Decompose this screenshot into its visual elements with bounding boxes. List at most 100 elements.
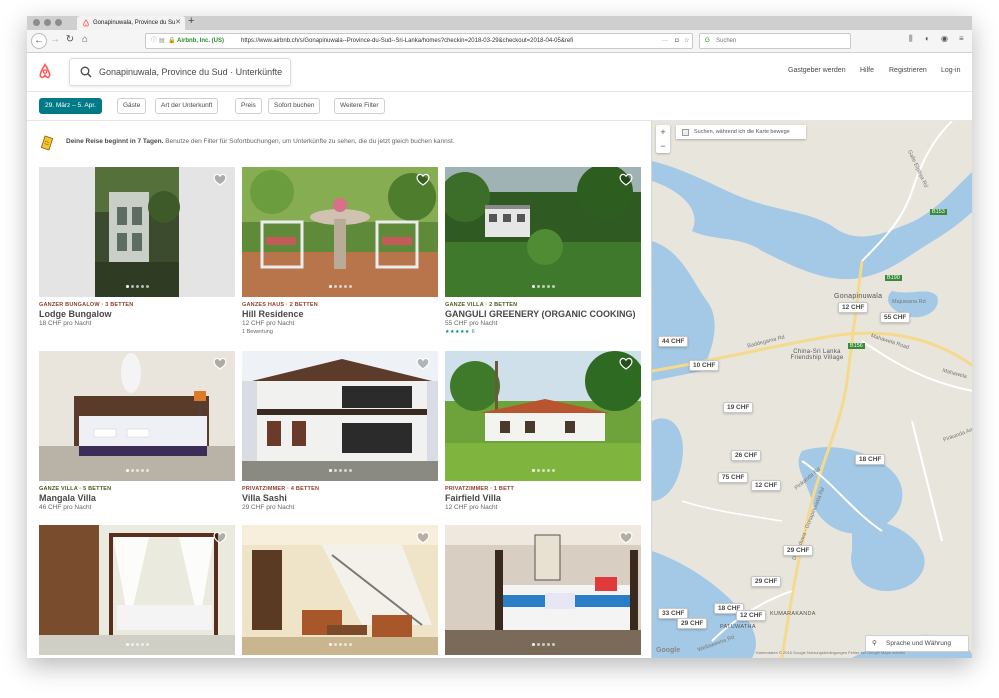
listing-card[interactable]: PRIVATZIMMER · 4 BETTEN Villa Sashi 29 C…: [242, 351, 438, 511]
info-icon[interactable]: ⓘ: [151, 34, 157, 48]
listing-card[interactable]: GANZE VILLA · 5 BETTEN Mangala Villa 46 …: [39, 351, 235, 511]
listing-card[interactable]: [39, 525, 235, 655]
photo-dots[interactable]: [39, 633, 235, 651]
url-bar[interactable]: ⓘ ▤ 🔒 Airbnb, Inc. (US) https://www.airb…: [145, 33, 693, 49]
heart-icon[interactable]: [416, 531, 430, 544]
zoom-out-button[interactable]: −: [656, 139, 670, 153]
photo-dots[interactable]: [39, 459, 235, 477]
property-type-filter-button[interactable]: Art der Unterkunft: [155, 98, 219, 114]
heart-icon[interactable]: [619, 173, 633, 186]
listing-name[interactable]: Villa Sashi: [242, 493, 438, 503]
listing-photo[interactable]: [445, 351, 641, 481]
price-pin[interactable]: 75 CHF: [718, 472, 749, 483]
listing-photo[interactable]: [39, 525, 235, 655]
heart-icon[interactable]: [213, 357, 227, 370]
heart-icon[interactable]: [213, 173, 227, 186]
map-panel[interactable]: + − Suchen, während ich die Karte bewege…: [651, 121, 972, 658]
heart-icon[interactable]: [619, 357, 633, 370]
shield-icon[interactable]: ◉: [941, 34, 948, 43]
heart-icon[interactable]: [416, 173, 430, 186]
reload-button[interactable]: ↻: [63, 33, 77, 47]
price-pin[interactable]: 19 CHF: [723, 402, 754, 413]
price-pin[interactable]: 10 CHF: [689, 360, 720, 371]
listing-name[interactable]: Mangala Villa: [39, 493, 235, 503]
url-text[interactable]: https://www.airbnb.ch/s/Gonapinuwala--Pr…: [241, 34, 656, 48]
listing-photo[interactable]: [242, 525, 438, 655]
listing-photo[interactable]: [39, 351, 235, 481]
price-pin[interactable]: 44 CHF: [658, 336, 689, 347]
dates-filter-button[interactable]: 29. März – 5. Apr.: [39, 98, 102, 114]
listing-name[interactable]: Lodge Bungalow: [39, 309, 235, 319]
maximize-window-dot[interactable]: [55, 19, 62, 26]
price-pin[interactable]: 18 CHF: [855, 454, 886, 465]
menu-icon[interactable]: ≡: [959, 34, 964, 43]
listing-card[interactable]: GANZER BUNGALOW · 3 BETTEN Lodge Bungalo…: [39, 167, 235, 327]
forward-button[interactable]: →: [48, 33, 62, 47]
minimize-window-dot[interactable]: [44, 19, 51, 26]
photo-dots[interactable]: [445, 459, 641, 477]
site-permissions-icon[interactable]: ▤: [159, 34, 165, 48]
listing-photo[interactable]: [242, 351, 438, 481]
guests-filter-button[interactable]: Gäste: [117, 98, 147, 114]
price-pin[interactable]: 29 CHF: [751, 576, 782, 587]
back-button[interactable]: ←: [31, 33, 47, 49]
zoom-in-button[interactable]: +: [656, 125, 670, 139]
price-filter-button[interactable]: Preis: [235, 98, 262, 114]
register-link[interactable]: Registrieren: [889, 67, 927, 74]
listing-photo[interactable]: [445, 525, 641, 655]
more-filters-button[interactable]: Weitere Filter: [334, 98, 385, 114]
price-pin[interactable]: 26 CHF: [731, 450, 762, 461]
listing-photo[interactable]: [445, 167, 641, 297]
price-pin[interactable]: 12 CHF: [736, 610, 767, 621]
listing-name[interactable]: Hill Residence: [242, 309, 438, 319]
photo-dots[interactable]: [39, 275, 235, 293]
bookmark-star-icon[interactable]: ☆: [684, 34, 689, 48]
listing-card[interactable]: GANZES HAUS · 2 BETTEN Hill Residence 12…: [242, 167, 438, 335]
listing-card[interactable]: PRIVATZIMMER · 1 BETT Fairfield Villa 12…: [445, 351, 641, 511]
heart-icon[interactable]: [416, 357, 430, 370]
tab-close-icon[interactable]: ✕: [175, 16, 181, 30]
close-window-dot[interactable]: [33, 19, 40, 26]
listing-name[interactable]: Fairfield Villa: [445, 493, 641, 503]
price-pin[interactable]: 12 CHF: [838, 302, 869, 313]
notice-bold-text: Deine Reise beginnt in 7 Tagen.: [66, 138, 164, 145]
browser-tab[interactable]: Gonapinuwala, Province du Sud ✕: [77, 16, 185, 30]
listing-photo[interactable]: [39, 167, 235, 297]
listing-card[interactable]: [242, 525, 438, 655]
price-pin[interactable]: 29 CHF: [783, 545, 814, 556]
home-button[interactable]: ⌂: [78, 33, 92, 47]
price-pin[interactable]: 55 CHF: [880, 312, 911, 323]
new-tab-button[interactable]: +: [188, 16, 194, 27]
price-pin[interactable]: 29 CHF: [677, 618, 708, 629]
library-icon[interactable]: ⫼: [909, 34, 913, 44]
review-count: 1 Bewertung: [242, 329, 273, 335]
google-logo: Google: [656, 647, 681, 654]
heart-icon[interactable]: [213, 531, 227, 544]
photo-dots[interactable]: [242, 275, 438, 293]
instant-book-filter-button[interactable]: Sofort buchen: [268, 98, 321, 114]
map-attribution[interactable]: Kartendaten © 2018 Google Nutzungsbeding…: [756, 650, 905, 655]
photo-dots[interactable]: [445, 275, 641, 293]
photo-dots[interactable]: [445, 633, 641, 651]
pocket-icon[interactable]: ◘: [675, 34, 679, 48]
listing-card[interactable]: [445, 525, 641, 655]
help-link[interactable]: Hilfe: [860, 67, 874, 74]
listing-photo[interactable]: [242, 167, 438, 297]
browser-search-bar[interactable]: G Suchen: [699, 33, 851, 49]
photo-dots[interactable]: [242, 459, 438, 477]
listing-name[interactable]: GANGULI GREENERY (ORGANIC COOKING): [445, 309, 641, 319]
map-canvas[interactable]: [652, 121, 972, 658]
login-link[interactable]: Log-in: [941, 67, 960, 74]
sync-icon[interactable]: ◐: [925, 34, 930, 43]
heart-icon[interactable]: [619, 531, 633, 544]
search-as-map-moves[interactable]: Suchen, während ich die Karte bewege: [676, 125, 806, 139]
search-as-map-moves-checkbox[interactable]: [682, 129, 689, 136]
price-pin[interactable]: 12 CHF: [751, 480, 782, 491]
browser-window: Gonapinuwala, Province du Sud ✕ + ← → ↻ …: [27, 16, 972, 658]
photo-dots[interactable]: [242, 633, 438, 651]
listing-card[interactable]: GANZE VILLA · 2 BETTEN GANGULI GREENERY …: [445, 167, 641, 335]
airbnb-logo-icon[interactable]: [38, 63, 52, 79]
page-actions-icon[interactable]: ···: [662, 34, 668, 48]
location-search-input[interactable]: Gonapinuwala, Province du Sud · Unterkün…: [69, 58, 291, 86]
become-host-link[interactable]: Gastgeber werden: [788, 67, 846, 74]
